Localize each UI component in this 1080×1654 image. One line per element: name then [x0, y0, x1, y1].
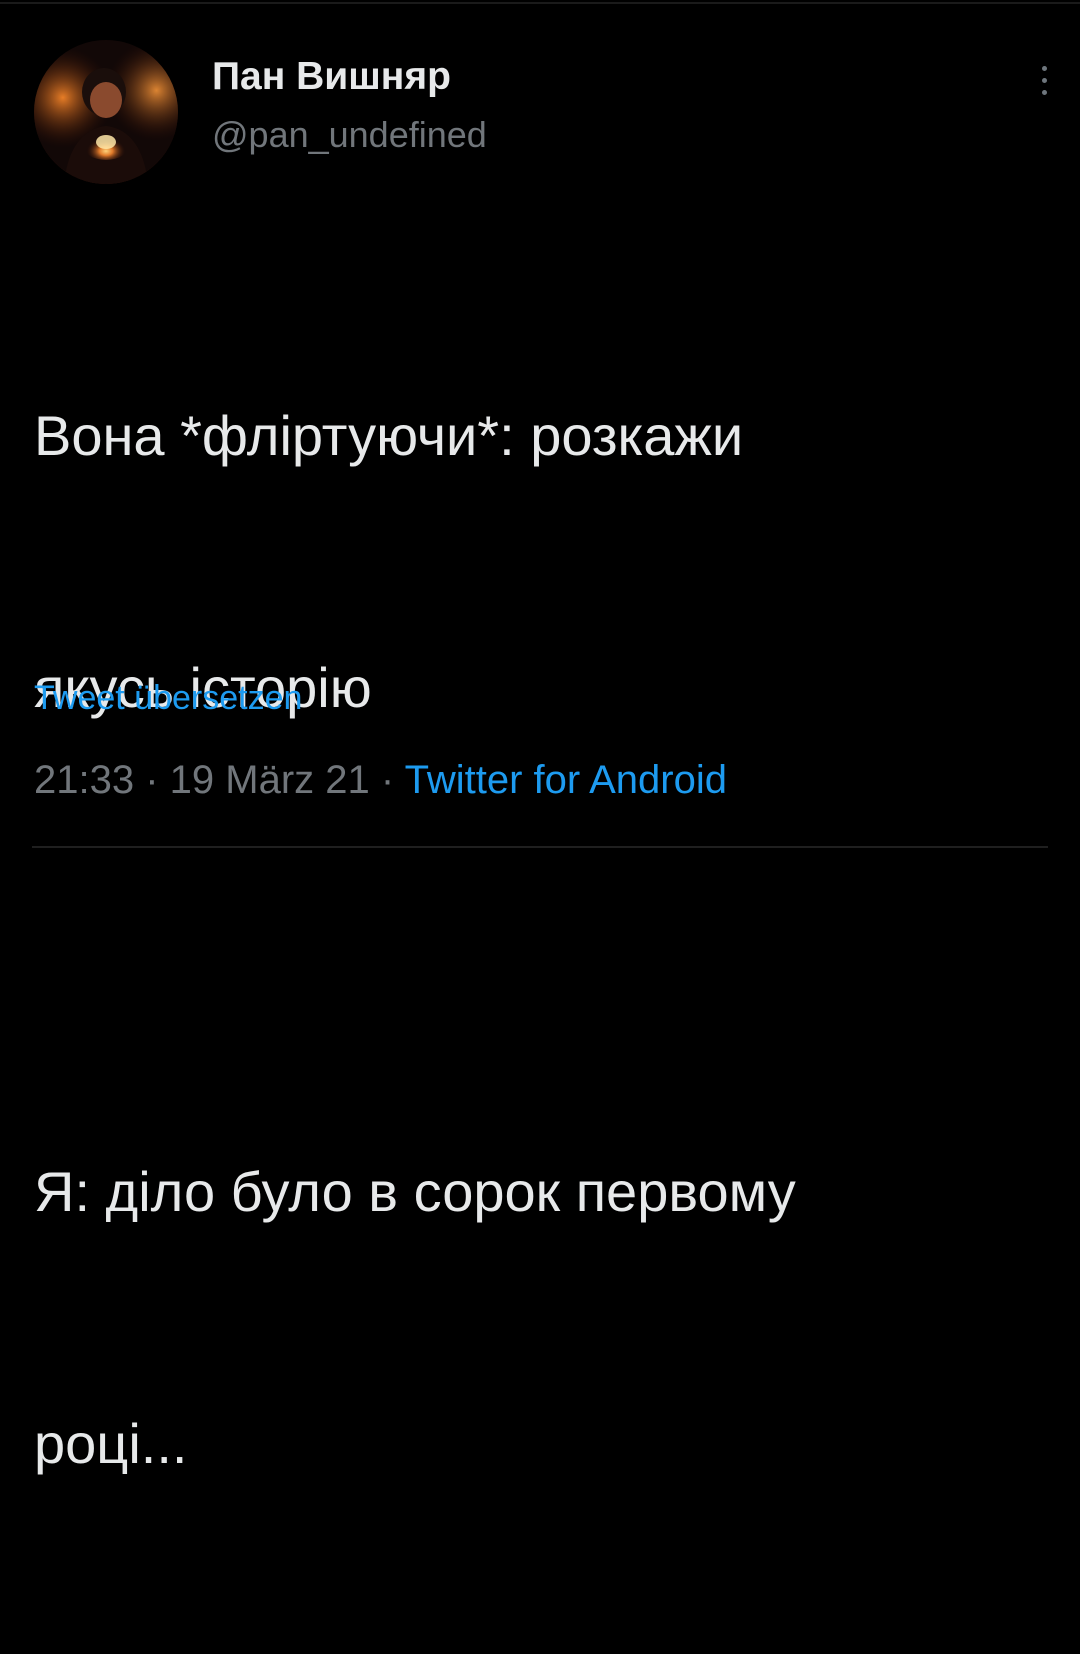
- author-block: Пан Вишняр @pan_undefined: [212, 54, 487, 156]
- tweet-text-line: році...: [34, 1412, 188, 1475]
- user-handle[interactable]: @pan_undefined: [212, 114, 487, 156]
- tweet: Пан Вишняр @pan_undefined Вона *фліртуюч…: [0, 0, 1080, 1475]
- translate-tweet-link[interactable]: Tweet übersetzen: [34, 678, 302, 718]
- display-name[interactable]: Пан Вишняр: [212, 54, 487, 100]
- avatar-image: [34, 40, 178, 184]
- tweet-text-line: Я: діло було в сорок первому: [34, 1160, 796, 1223]
- more-vertical-icon-dot: [1041, 89, 1047, 95]
- tweet-meta: 21:33 · 19 März 21 · Twitter for Android: [34, 756, 727, 804]
- top-divider: [0, 2, 1080, 4]
- more-vertical-icon-dot: [1041, 77, 1047, 83]
- more-vertical-icon: [1041, 65, 1047, 71]
- avatar[interactable]: [34, 40, 178, 184]
- tweet-text-line: Вона *фліртуючи*: розкажи: [34, 404, 744, 467]
- meta-separator: ·: [134, 758, 170, 802]
- tweet-time[interactable]: 21:33: [34, 758, 134, 802]
- tweet-text: Вона *фліртуючи*: розкажи якусь історію …: [34, 226, 1044, 1654]
- tweet-date[interactable]: 19 März 21: [170, 758, 370, 802]
- more-options-button[interactable]: [1030, 60, 1058, 100]
- tweet-source-link[interactable]: Twitter for Android: [405, 758, 727, 802]
- meta-separator: ·: [369, 758, 405, 802]
- bottom-divider: [32, 846, 1048, 848]
